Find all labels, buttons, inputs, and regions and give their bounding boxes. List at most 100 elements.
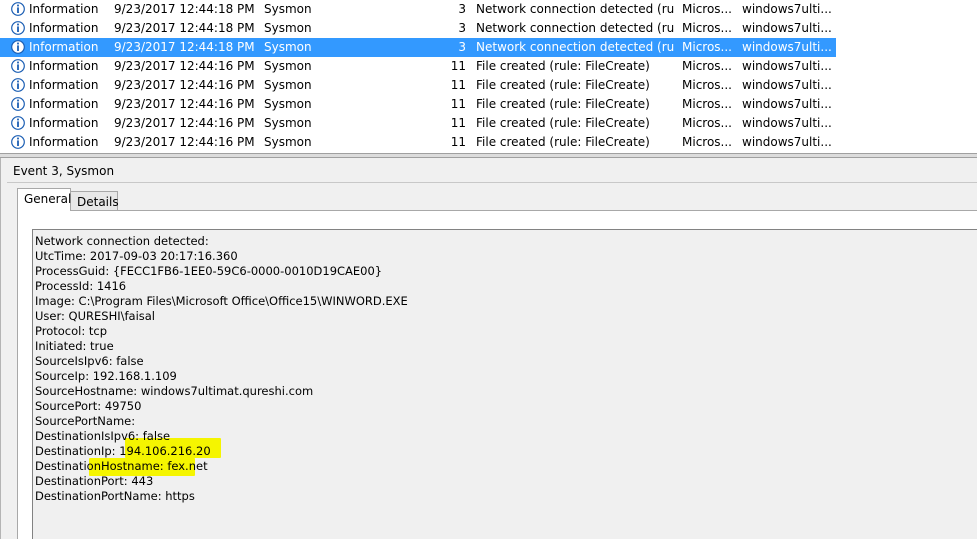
information-icon [11,135,25,149]
event-date: 9/23/2017 12:44:18 PM [114,2,254,16]
event-level: Information [29,97,99,111]
message-line: SourcePortName: [35,414,977,429]
event-id: 3 [458,40,466,54]
message-line: SourceHostname: windows7ultimat.qureshi.… [35,384,977,399]
event-computer: windows7ulti... [742,97,832,111]
message-line: SourceIp: 192.168.1.109 [35,369,977,384]
event-task-category: File created (rule: FileCreate) [476,135,650,149]
message-line-text: DestinationPort: 443 [35,474,154,488]
event-date: 9/23/2017 12:44:16 PM [114,116,254,130]
event-level: Information [29,116,99,130]
message-line-text: User: QURESHI\faisal [35,309,156,323]
event-row[interactable]: Information 9/23/2017 12:44:16 PM Sysmon 11… [0,133,836,152]
event-computer: windows7ulti... [742,135,832,149]
event-task-category: File created (rule: FileCreate) [476,116,650,130]
event-source: Sysmon [264,135,312,149]
information-icon [11,78,25,92]
event-source: Sysmon [264,97,312,111]
message-line-text: SourceIsIpv6: false [35,354,144,368]
event-level: Information [29,135,99,149]
event-level: Information [29,59,99,73]
message-line-text: DestinationHostname: fex.net [35,459,208,473]
event-level: Information [29,78,99,92]
message-line: Protocol: tcp [35,324,977,339]
message-line: SourcePort: 49750 [35,399,977,414]
message-line: Initiated: true [35,339,977,354]
message-line: DestinationPort: 443 [35,474,977,489]
event-computer: windows7ulti... [742,116,832,130]
event-task-category: Network connection detected (rule... [476,21,674,35]
event-row[interactable]: Information 9/23/2017 12:44:16 PM Sysmon 11… [0,95,836,114]
event-level: Information [29,40,99,54]
message-line-text: ProcessGuid: {FECC1FB6-1EE0-59C6-0000-00… [35,264,383,278]
tab-details[interactable]: Details [70,191,119,211]
event-id: 11 [450,59,466,73]
event-id: 11 [450,135,466,149]
event-computer: windows7ulti... [742,40,832,54]
event-row[interactable]: Information 9/23/2017 12:44:18 PM Sysmon 3 N… [0,38,836,57]
event-date: 9/23/2017 12:44:18 PM [114,40,254,54]
event-opcode: Micros... [682,78,732,92]
event-list[interactable]: Information 9/23/2017 12:44:18 PM Sysmon 3 N… [0,0,977,153]
message-line-text: DestinationIsIpv6: false [35,429,171,443]
event-date: 9/23/2017 12:44:16 PM [114,135,254,149]
event-task-category: File created (rule: FileCreate) [476,97,650,111]
title-divider [7,182,977,183]
message-line-text: DestinationIp: 194.106.216.20 [35,444,211,458]
message-line-text: UtcTime: 2017-09-03 20:17:16.360 [35,249,238,263]
message-line: ProcessGuid: {FECC1FB6-1EE0-59C6-0000-00… [35,264,977,279]
event-opcode: Micros... [682,40,732,54]
event-row[interactable]: Information 9/23/2017 12:44:16 PM Sysmon 11… [0,57,836,76]
event-row[interactable]: Information 9/23/2017 12:44:18 PM Sysmon 3 N… [0,19,836,38]
information-icon [11,59,25,73]
event-id: 3 [458,21,466,35]
event-opcode: Micros... [682,135,732,149]
event-date: 9/23/2017 12:44:16 PM [114,59,254,73]
event-date: 9/23/2017 12:44:18 PM [114,21,254,35]
event-source: Sysmon [264,78,312,92]
event-row[interactable]: Information 9/23/2017 12:44:16 PM Sysmon 11… [0,114,836,133]
event-opcode: Micros... [682,97,732,111]
message-line-text: Image: C:\Program Files\Microsoft Office… [35,294,408,308]
event-source: Sysmon [264,40,312,54]
event-message-box[interactable]: Network connection detected: UtcTime: 201… [32,229,977,539]
event-computer: windows7ulti... [742,59,832,73]
message-line-text: ProcessId: 1416 [35,279,127,293]
message-line: User: QURESHI\faisal [35,309,977,324]
event-opcode: Micros... [682,2,732,16]
event-source: Sysmon [264,2,312,16]
message-line-text: SourceHostname: windows7ultimat.qureshi.… [35,384,314,398]
event-task-category: File created (rule: FileCreate) [476,78,650,92]
event-computer: windows7ulti... [742,78,832,92]
event-source: Sysmon [264,59,312,73]
message-line: ProcessId: 1416 [35,279,977,294]
event-level: Information [29,2,99,16]
event-detail-title: Event 3, Sysmon [13,164,115,178]
message-line: SourceIsIpv6: false [35,354,977,369]
information-icon [11,2,25,16]
message-line-text: Initiated: true [35,339,114,353]
event-row[interactable]: Information 9/23/2017 12:44:16 PM Sysmon 11… [0,76,836,95]
message-line: DestinationPortName: https [35,489,977,504]
event-opcode: Micros... [682,59,732,73]
information-icon [11,116,25,130]
information-icon [11,97,25,111]
message-line: DestinationHostname: fex.net [35,458,977,476]
event-opcode: Micros... [682,21,732,35]
event-row[interactable]: Information 9/23/2017 12:44:18 PM Sysmon 3 N… [0,0,836,19]
message-line: Image: C:\Program Files\Microsoft Office… [35,294,977,309]
event-task-category: Network connection detected (rule... [476,40,674,54]
event-source: Sysmon [264,21,312,35]
message-line-text: DestinationPortName: https [35,489,195,503]
event-detail-pane: Event 3, Sysmon General Details Network … [0,158,977,539]
message-line-text: Protocol: tcp [35,324,108,338]
event-computer: windows7ulti... [742,21,832,35]
message-line: Network connection detected: [35,234,977,249]
event-task-category: File created (rule: FileCreate) [476,59,650,73]
event-source: Sysmon [264,116,312,130]
general-tab-panel: Network connection detected: UtcTime: 201… [17,210,977,539]
message-line-text: Network connection detected: [35,234,209,248]
event-level: Information [29,21,99,35]
message-line-text: SourcePortName: [35,414,136,428]
tab-general[interactable]: General [17,188,71,211]
